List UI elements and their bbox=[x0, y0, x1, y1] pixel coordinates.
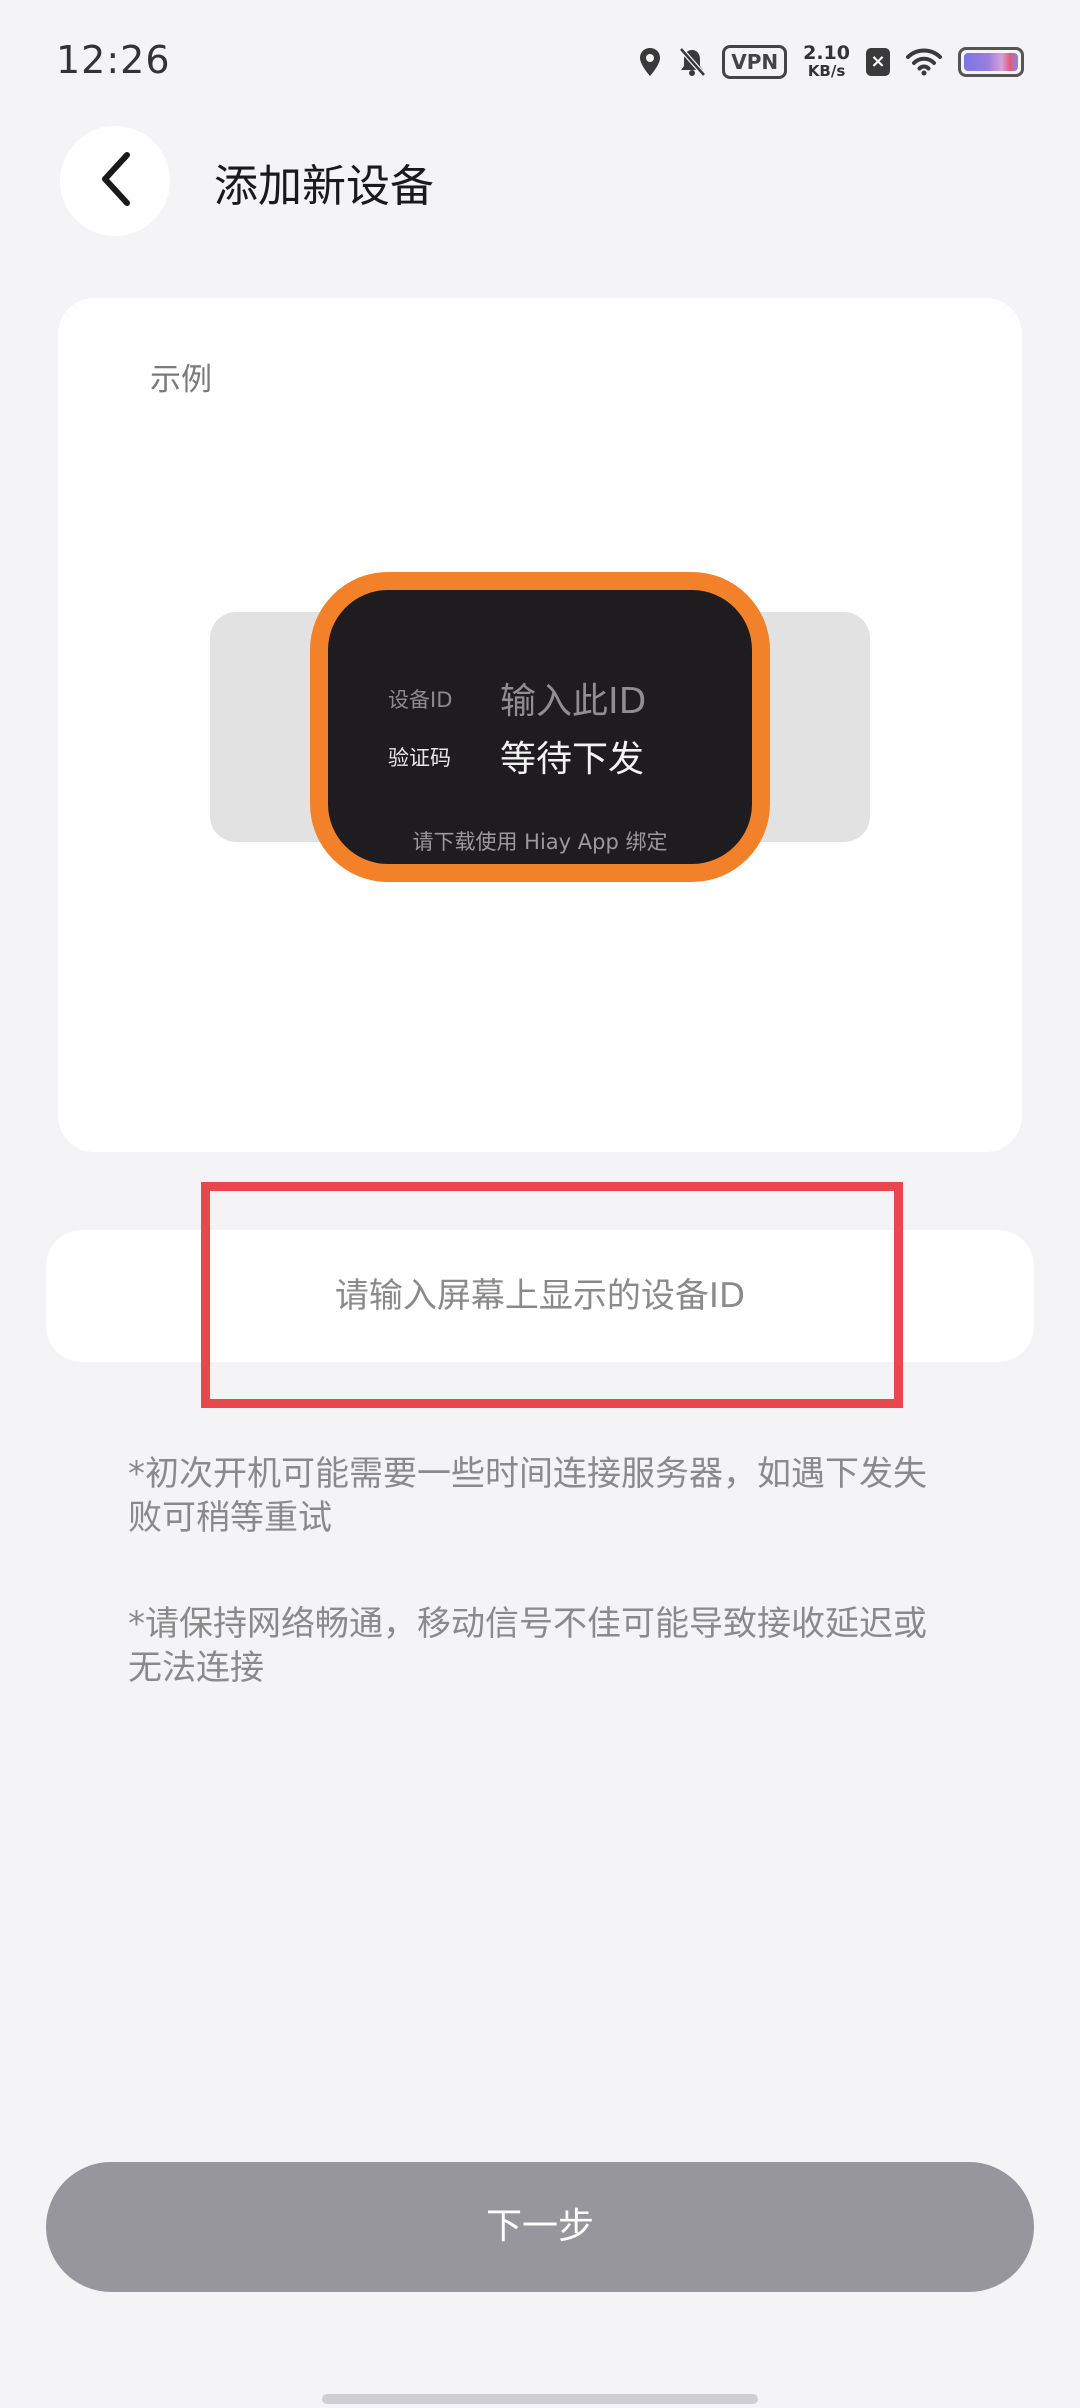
next-step-button[interactable]: 下一步 bbox=[46, 2162, 1034, 2292]
example-label: 示例 bbox=[150, 362, 212, 398]
tip-text: *初次开机可能需要一些时间连接服务器，如遇下发失败可稍等重试 bbox=[128, 1454, 927, 1538]
home-indicator[interactable] bbox=[322, 2394, 758, 2404]
example-card: 示例 设备ID 输入此ID 验证码 等待下发 请下载使用 Hiay App 绑定 bbox=[58, 298, 1022, 1152]
tip-text: *请保持网络畅通，移动信号不佳可能导致接收延迟或无法连接 bbox=[128, 1604, 927, 1688]
device-id-label: 设备ID bbox=[388, 688, 453, 712]
page-title: 添加新设备 bbox=[214, 161, 434, 212]
wifi-icon bbox=[906, 48, 942, 76]
status-icons: VPN 2.10 KB/s × bbox=[638, 40, 1024, 84]
verification-code-label: 验证码 bbox=[388, 746, 451, 770]
net-speed: 2.10 KB/s bbox=[803, 42, 850, 81]
location-icon bbox=[638, 47, 662, 77]
net-speed-value: 2.10 bbox=[803, 42, 850, 64]
watch-footer-text: 请下载使用 Hiay App 绑定 bbox=[412, 830, 668, 854]
close-box-icon: × bbox=[866, 48, 890, 76]
verification-code-value: 等待下发 bbox=[500, 739, 645, 780]
chevron-left-icon bbox=[95, 149, 135, 213]
vpn-icon: VPN bbox=[722, 45, 788, 79]
watch-illustration: 设备ID 输入此ID 验证码 等待下发 请下载使用 Hiay App 绑定 bbox=[310, 572, 770, 882]
back-button[interactable] bbox=[60, 126, 170, 236]
net-speed-unit: KB/s bbox=[807, 62, 846, 80]
status-time: 12:26 bbox=[56, 38, 171, 82]
add-device-page: 12:26 VPN 2.10 KB/s × 添加新设备 示例 设备ID 输入此I… bbox=[0, 0, 1080, 2408]
device-id-value: 输入此ID bbox=[500, 681, 647, 722]
bell-muted-icon bbox=[678, 47, 707, 77]
status-bar: 12:26 VPN 2.10 KB/s × bbox=[0, 0, 1080, 120]
device-id-input[interactable] bbox=[46, 1230, 1034, 1362]
battery-icon bbox=[958, 47, 1024, 77]
watch-screen: 设备ID 输入此ID 验证码 等待下发 请下载使用 Hiay App 绑定 bbox=[328, 590, 752, 864]
